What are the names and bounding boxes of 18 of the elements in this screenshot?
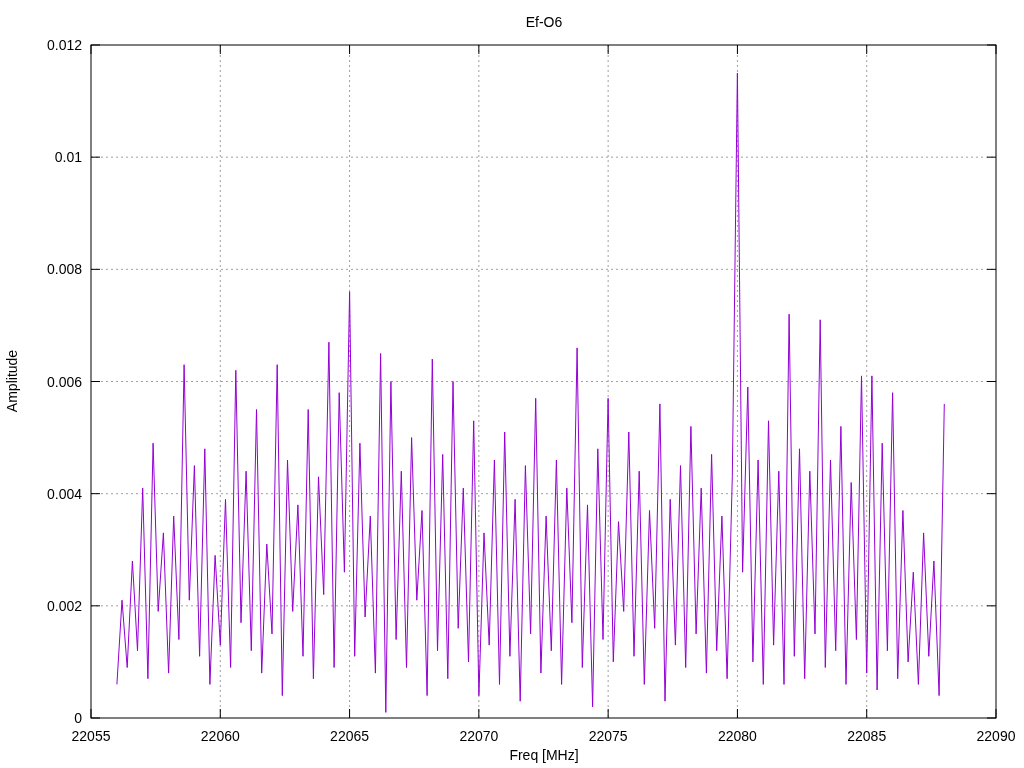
x-tick-label: 22060 bbox=[200, 728, 240, 744]
y-tick-label: 0.002 bbox=[46, 597, 82, 614]
x-tick-label: 22080 bbox=[717, 728, 757, 744]
x-tick-label: 22075 bbox=[588, 728, 628, 744]
y-tick-label: 0.004 bbox=[46, 485, 82, 502]
chart-title: Ef-O6 bbox=[525, 14, 563, 30]
x-axis-label: Freq [MHz] bbox=[509, 747, 579, 763]
y-tick-label: 0.01 bbox=[54, 149, 82, 166]
y-tick-label: 0.006 bbox=[46, 373, 82, 390]
y-axis-label: Amplitude bbox=[4, 349, 20, 413]
y-tick-label: 0.012 bbox=[46, 37, 82, 53]
x-tick-label: 22065 bbox=[330, 728, 370, 744]
y-tick-label: 0.008 bbox=[46, 261, 82, 278]
x-tick-label: 22055 bbox=[71, 728, 111, 744]
y-tick-label: 0 bbox=[74, 710, 82, 726]
x-tick-label: 22070 bbox=[459, 728, 499, 744]
x-tick-label: 22090 bbox=[976, 728, 1016, 744]
x-tick-label: 22085 bbox=[847, 728, 887, 744]
